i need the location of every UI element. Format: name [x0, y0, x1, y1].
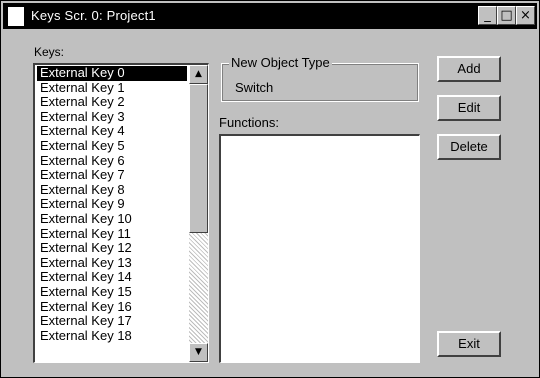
- new-object-type-value: Switch: [235, 80, 274, 95]
- functions-label: Functions:: [219, 115, 279, 130]
- scroll-thumb[interactable]: [189, 84, 208, 233]
- key-list-item[interactable]: External Key 3: [37, 109, 187, 125]
- new-object-type-label: New Object Type: [229, 55, 332, 70]
- scroll-up-button[interactable]: ▲: [189, 65, 208, 84]
- key-list-item[interactable]: External Key 10: [37, 212, 187, 227]
- key-list-item[interactable]: External Key 15: [37, 285, 187, 300]
- add-button[interactable]: Add: [437, 56, 501, 82]
- edit-button[interactable]: Edit: [437, 95, 501, 121]
- key-list-item[interactable]: External Key 0: [37, 66, 187, 81]
- key-list-item[interactable]: External Key 2: [37, 95, 187, 110]
- exit-button[interactable]: Exit: [437, 331, 501, 357]
- key-list-item[interactable]: External Key 6: [37, 153, 187, 169]
- key-list-item[interactable]: External Key 7: [37, 168, 187, 183]
- keys-list: External Key 0 External Key 1 External Key…: [37, 66, 187, 343]
- key-list-item[interactable]: External Key 17: [37, 314, 187, 329]
- key-list-item[interactable]: External Key 9: [37, 197, 187, 212]
- key-list-item[interactable]: External Key 8: [37, 182, 187, 198]
- key-list-item[interactable]: External Key 11: [37, 226, 187, 242]
- keys-window: Keys Scr. 0: Project1 _ □ × Keys: Extern…: [0, 0, 540, 378]
- key-list-item[interactable]: External Key 12: [37, 241, 187, 256]
- key-list-item[interactable]: External Key 5: [37, 139, 187, 154]
- window-title: Keys Scr. 0: Project1: [31, 8, 156, 23]
- key-list-item[interactable]: External Key 14: [37, 270, 187, 285]
- key-list-item[interactable]: External Key 18: [37, 328, 187, 344]
- key-list-item[interactable]: External Key 1: [37, 80, 187, 96]
- keys-scrollbar[interactable]: ▲ ▼: [189, 65, 208, 362]
- minimize-button[interactable]: _: [478, 6, 497, 25]
- window-icon[interactable]: [8, 7, 24, 26]
- functions-listbox[interactable]: [219, 134, 420, 363]
- keys-listbox[interactable]: External Key 0 External Key 1 External Key…: [33, 63, 209, 363]
- maximize-button[interactable]: □: [497, 6, 516, 25]
- scroll-down-button[interactable]: ▼: [189, 343, 208, 362]
- key-list-item[interactable]: External Key 16: [37, 299, 187, 315]
- title-bar[interactable]: Keys Scr. 0: Project1 _ □ ×: [3, 3, 537, 29]
- keys-label: Keys:: [34, 45, 65, 59]
- chevron-down-icon: ▼: [195, 347, 202, 357]
- key-list-item[interactable]: External Key 13: [37, 255, 187, 271]
- close-button[interactable]: ×: [516, 6, 535, 25]
- key-list-item[interactable]: External Key 4: [37, 124, 187, 139]
- chevron-up-icon: ▲: [195, 69, 202, 79]
- delete-button[interactable]: Delete: [437, 134, 501, 160]
